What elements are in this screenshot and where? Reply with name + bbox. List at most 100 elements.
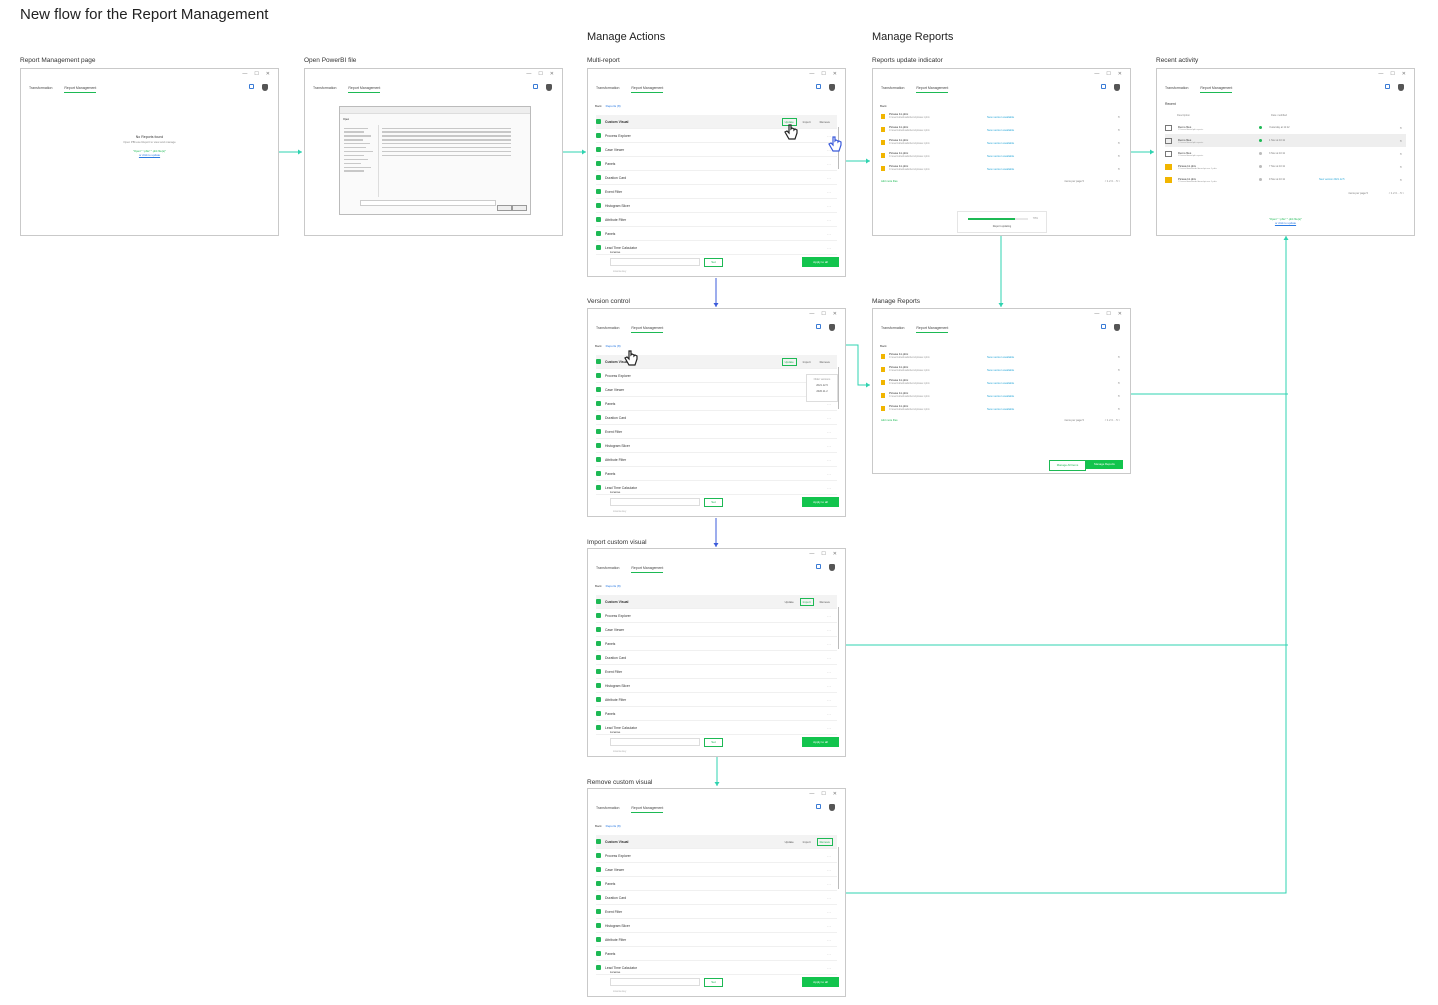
more-icon[interactable]: … [827, 669, 831, 674]
list-item[interactable]: Attribute Filter… [596, 933, 837, 947]
close-icon[interactable]: × [1400, 125, 1402, 130]
external-link-icon[interactable] [249, 84, 254, 89]
list-item[interactable]: Event Filter… [596, 665, 837, 679]
reports-link[interactable]: Reports (8) [606, 344, 621, 348]
apply-all-button[interactable]: Apply to all [802, 737, 839, 747]
set-license-button[interactable]: Set [704, 498, 723, 507]
list-item[interactable]: Custom Visual Update Import Remove [596, 115, 837, 129]
report-row[interactable]: Picasa 11.pbix C:\users\downloads\demo\pi… [881, 363, 1122, 376]
checkbox[interactable] [596, 359, 601, 364]
tab-report-management[interactable]: Report Management [916, 326, 949, 333]
list-item[interactable]: Event Filter… [596, 425, 837, 439]
close-icon[interactable]: × [1400, 138, 1402, 143]
close-icon[interactable]: ✕ [1118, 71, 1122, 77]
list-item[interactable]: Panels… [596, 947, 837, 961]
update-button[interactable]: Update [782, 598, 797, 606]
tab-transformation[interactable]: Transformation [881, 86, 904, 93]
close-icon[interactable]: ✕ [550, 71, 554, 77]
dialog-folder-tree[interactable] [344, 125, 379, 197]
checkbox[interactable] [596, 457, 601, 462]
checkbox[interactable] [596, 697, 601, 702]
checkbox[interactable] [596, 725, 601, 730]
close-icon[interactable]: × [1400, 151, 1402, 156]
list-item[interactable]: Custom Visual Update Import Remove [596, 595, 837, 609]
checkbox[interactable] [596, 415, 601, 420]
close-icon[interactable]: × [1118, 354, 1120, 359]
manage-all-button[interactable]: Manage All Items [1049, 460, 1086, 471]
update-button[interactable]: Update [781, 357, 797, 366]
checkbox[interactable] [596, 937, 601, 942]
external-link-icon[interactable] [816, 324, 821, 329]
more-icon[interactable]: … [827, 485, 831, 490]
report-row[interactable]: Picasa 11.pbix C:\users\downloads\demo\pi… [881, 162, 1122, 175]
minimize-icon[interactable]: — [809, 71, 814, 77]
more-icon[interactable]: … [827, 217, 831, 222]
recent-row[interactable]: Demo files C:\users\demo\pbi reports 3 Nov… [1165, 147, 1406, 160]
checkbox[interactable] [596, 161, 601, 166]
dialog-file-list[interactable] [382, 125, 522, 159]
set-license-button[interactable]: Set [704, 258, 723, 267]
new-version-link[interactable]: New version available [987, 128, 1014, 132]
close-icon[interactable]: × [1118, 406, 1120, 411]
apply-all-button[interactable]: Apply to all [802, 257, 839, 267]
close-icon[interactable]: ✕ [833, 791, 837, 797]
back-link[interactable]: Back [880, 104, 887, 108]
list-item[interactable]: Case Viewer… [596, 383, 837, 397]
checkbox[interactable] [596, 895, 601, 900]
new-version-link[interactable]: New version available [987, 167, 1014, 171]
list-item[interactable]: Panels… [596, 397, 837, 411]
version-option[interactable]: 2021.12.5 [807, 384, 837, 387]
checkbox[interactable] [596, 867, 601, 872]
close-icon[interactable]: × [1400, 177, 1402, 182]
new-version-link[interactable]: New version available [987, 355, 1014, 359]
back-link[interactable]: Back [595, 824, 602, 828]
empty-link[interactable]: or click to update [21, 153, 278, 157]
external-link-icon[interactable] [816, 84, 821, 89]
checkbox[interactable] [596, 245, 601, 250]
checkbox[interactable] [596, 203, 601, 208]
close-icon[interactable]: × [1118, 393, 1120, 398]
more-icon[interactable]: … [827, 683, 831, 688]
close-icon[interactable]: ✕ [833, 311, 837, 317]
checkbox[interactable] [596, 387, 601, 392]
more-icon[interactable]: … [827, 909, 831, 914]
version-option[interactable]: 2020.11.2 [807, 390, 837, 393]
list-item[interactable]: Duration Card… [596, 651, 837, 665]
license-input[interactable]: License key [610, 978, 700, 993]
tab-transformation[interactable]: Transformation [29, 86, 52, 93]
close-icon[interactable]: × [1118, 140, 1120, 145]
tab-report-management[interactable]: Report Management [631, 806, 664, 813]
remove-button[interactable]: Remove [817, 118, 833, 126]
tab-report-management[interactable]: Report Management [916, 86, 949, 93]
tab-transformation[interactable]: Transformation [313, 86, 336, 93]
list-item[interactable]: Attribute Filter… [596, 453, 837, 467]
checkbox[interactable] [596, 641, 601, 646]
minimize-icon[interactable]: — [809, 791, 814, 797]
more-icon[interactable]: … [827, 245, 831, 250]
list-item[interactable]: Lead Time Calculator… [596, 481, 837, 495]
new-version-link[interactable]: New version available [987, 154, 1014, 158]
list-item[interactable]: Panels… [596, 157, 837, 171]
list-item[interactable]: Duration Card… [596, 891, 837, 905]
more-icon[interactable]: … [827, 697, 831, 702]
list-item[interactable]: Attribute Filter… [596, 693, 837, 707]
maximize-icon[interactable]: ☐ [538, 71, 542, 77]
checkbox[interactable] [596, 683, 601, 688]
set-license-button[interactable]: Set [704, 738, 723, 747]
checkbox[interactable] [596, 599, 601, 604]
list-item[interactable]: Event Filter… [596, 185, 837, 199]
more-icon[interactable]: … [827, 203, 831, 208]
tab-report-management[interactable]: Report Management [631, 86, 664, 93]
list-item[interactable]: Duration Card… [596, 171, 837, 185]
list-item[interactable]: Process Explorer… [596, 849, 837, 863]
tab-transformation[interactable]: Transformation [1165, 86, 1188, 93]
list-item[interactable]: Panels… [596, 467, 837, 481]
checkbox[interactable] [596, 839, 601, 844]
report-row[interactable]: Picasa 11.pbix C:\users\downloads\demo\pi… [881, 350, 1122, 363]
back-link[interactable]: Back [595, 104, 602, 108]
more-icon[interactable]: … [827, 189, 831, 194]
more-icon[interactable]: … [827, 443, 831, 448]
minimize-icon[interactable]: — [809, 311, 814, 317]
checkbox[interactable] [596, 471, 601, 476]
report-row[interactable]: Picasa 11.pbix C:\users\downloads\demo\pi… [881, 149, 1122, 162]
